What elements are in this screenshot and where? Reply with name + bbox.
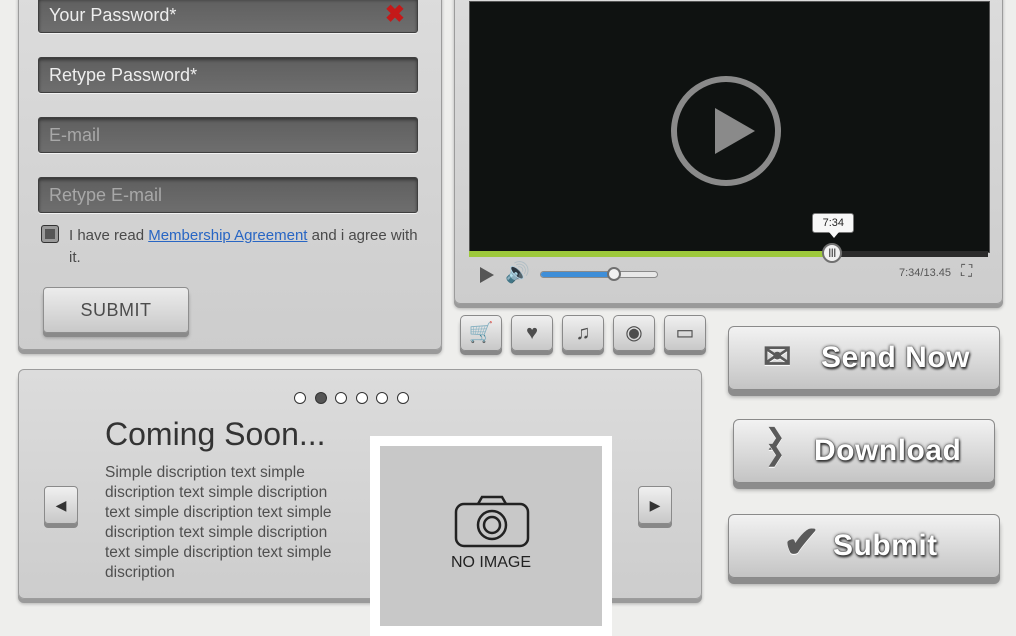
slider-dot[interactable] [294, 392, 306, 404]
slider-dot[interactable] [314, 392, 327, 404]
slide-title: Coming Soon... [105, 416, 326, 452]
video-progress-handle[interactable]: ||| [822, 243, 843, 263]
send-now-button[interactable]: ✉ Send Now [728, 326, 1000, 390]
volume-fill [541, 272, 615, 277]
form-submit-button[interactable]: SUBMIT [43, 287, 189, 333]
retype-email-placeholder: Retype E-mail [49, 185, 163, 205]
membership-agreement-link[interactable]: Membership Agreement [148, 227, 307, 244]
heart-icon: ♥ [526, 322, 538, 344]
no-image-label: NO IMAGE [450, 554, 531, 571]
music-button[interactable]: ♫ [562, 315, 604, 351]
password-field-value: Your Password* [49, 5, 177, 25]
chevron-left-icon: ◀ [55, 497, 67, 513]
slider-dot[interactable] [335, 392, 347, 404]
camera-icon [454, 495, 530, 548]
download-label: Download [814, 434, 962, 467]
envelope-icon: ✉ [763, 338, 792, 376]
email-placeholder: E-mail [49, 125, 101, 145]
volume-icon[interactable]: 🔊 [505, 263, 530, 283]
play-small-icon[interactable] [480, 267, 494, 283]
slider-dot[interactable] [355, 392, 368, 404]
folder-icon: ▭ [675, 322, 695, 344]
double-chevron-down-icon: ❯ ❯ [766, 424, 785, 466]
cart-icon: 🛒 [468, 322, 494, 344]
next-slide-button[interactable]: ▶ [638, 486, 672, 524]
video-player-panel: ||| 7:34 🔊 7:34/13.45 ⛶ [454, 0, 1003, 304]
volume-slider[interactable] [540, 267, 658, 281]
chevron-right-icon: ▶ [649, 497, 661, 513]
agreement-text: I have read Membership Agreement and i a… [69, 225, 419, 269]
signup-form-panel: Your Password* ✖ Retype Password* E-mail… [18, 0, 442, 350]
checkmark-icon: ✔ [783, 518, 821, 567]
disc-icon: ◉ [625, 322, 643, 344]
video-progress-fill [469, 251, 833, 257]
video-progress-bar[interactable]: ||| 7:34 [469, 213, 988, 263]
retype-password-value: Retype Password* [49, 65, 198, 85]
submit-label: Submit [833, 529, 938, 562]
progress-tooltip: 7:34 [812, 213, 855, 238]
cart-button[interactable]: 🛒 [460, 315, 502, 351]
prev-slide-button[interactable]: ◀ [44, 486, 78, 524]
heart-button[interactable]: ♥ [511, 315, 553, 351]
retype-email-field[interactable]: Retype E-mail [38, 177, 418, 213]
agreement-prefix: I have read [69, 227, 149, 244]
slider-pagination [294, 391, 417, 409]
image-placeholder: NO IMAGE [370, 436, 612, 636]
play-icon[interactable] [671, 76, 781, 186]
slide-description: Simple discription text simple discripti… [105, 464, 332, 581]
slider-dot[interactable] [396, 392, 409, 404]
volume-handle[interactable] [607, 267, 622, 281]
email-field[interactable]: E-mail [38, 117, 418, 153]
close-icon[interactable]: ✖ [385, 0, 405, 32]
content-slider-panel: Coming Soon... Simple discription text s… [18, 369, 702, 636]
retype-password-field[interactable]: Retype Password* [38, 57, 418, 93]
time-label: 7:34/13.45 [899, 267, 951, 279]
music-icon: ♫ [575, 322, 591, 344]
video-screen[interactable] [469, 1, 990, 253]
download-button[interactable]: ❯ ❯ Download [733, 419, 995, 483]
fullscreen-icon[interactable]: ⛶ [961, 264, 972, 280]
send-now-label: Send Now [821, 341, 971, 374]
password-field[interactable]: Your Password* ✖ [38, 0, 418, 33]
slider-dot[interactable] [376, 392, 388, 404]
submit-button[interactable]: ✔ Submit [728, 514, 1000, 578]
folder-button[interactable]: ▭ [664, 315, 706, 351]
agreement-checkbox[interactable] [41, 225, 59, 243]
disc-button[interactable]: ◉ [613, 315, 655, 351]
